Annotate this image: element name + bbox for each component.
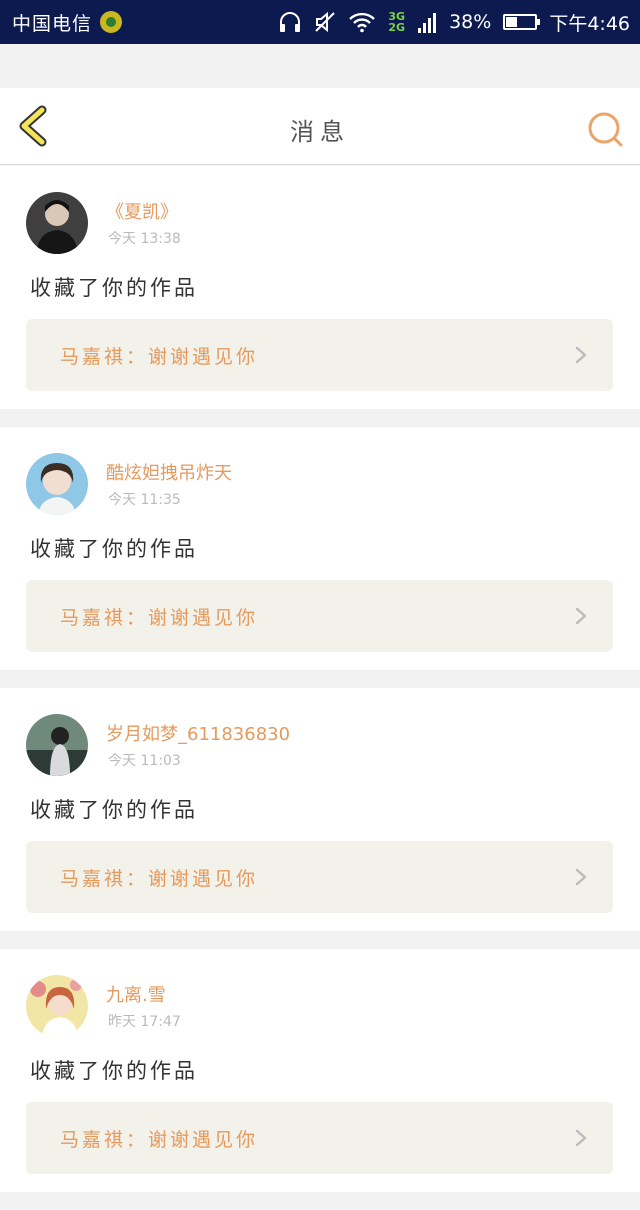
message-card: 《夏凯》 今天 13:38 收藏了你的作品 马嘉祺：谢谢遇见你 (0, 166, 640, 409)
carrier-logo-icon (100, 11, 123, 33)
work-link[interactable]: 马嘉祺：谢谢遇见你 (26, 319, 613, 391)
message-list: 《夏凯》 今天 13:38 收藏了你的作品 马嘉祺：谢谢遇见你 酷炫妲拽吊炸天 … (0, 166, 640, 1210)
avatar[interactable] (26, 453, 88, 515)
work-link-text: 马嘉祺：谢谢遇见你 (60, 868, 259, 890)
message-time: 今天 11:03 (108, 753, 181, 769)
page-title: 消息 (290, 118, 350, 146)
status-bar: 中国电信 3G 2G 38% 下午4:46 (0, 0, 640, 44)
signal-icon (418, 13, 437, 33)
avatar[interactable] (26, 192, 88, 254)
message-card: 酷炫妲拽吊炸天 今天 11:35 收藏了你的作品 马嘉祺：谢谢遇见你 (0, 427, 640, 670)
chevron-right-icon (575, 607, 587, 625)
message-time: 昨天 17:47 (108, 1014, 181, 1030)
carrier-name: 中国电信 (12, 12, 93, 35)
user-name[interactable]: 九离.雪 (106, 981, 166, 1007)
message-time: 今天 11:35 (108, 492, 181, 508)
user-name[interactable]: 岁月如梦_611836830 (106, 720, 290, 746)
headphones-icon (280, 12, 301, 32)
user-name[interactable]: 《夏凯》 (106, 198, 178, 224)
message-card: 岁月如梦_611836830 今天 11:03 收藏了你的作品 马嘉祺：谢谢遇见… (0, 688, 640, 931)
status-time: 下午4:46 (549, 12, 630, 35)
message-action: 收藏了你的作品 (30, 798, 198, 822)
search-icon[interactable] (586, 110, 626, 150)
message-action: 收藏了你的作品 (30, 1059, 198, 1083)
network-type: 3G 2G (388, 10, 406, 34)
work-link-text: 马嘉祺：谢谢遇见你 (60, 1129, 259, 1151)
battery-percent: 38% (449, 11, 492, 33)
work-link[interactable]: 马嘉祺：谢谢遇见你 (26, 841, 613, 913)
user-name[interactable]: 酷炫妲拽吊炸天 (106, 459, 232, 485)
message-card: 九离.雪 昨天 17:47 收藏了你的作品 马嘉祺：谢谢遇见你 (0, 949, 640, 1192)
chevron-right-icon (575, 1129, 587, 1147)
avatar[interactable] (26, 714, 88, 776)
work-link-text: 马嘉祺：谢谢遇见你 (60, 346, 259, 368)
avatar[interactable] (26, 975, 88, 1037)
chevron-right-icon (575, 868, 587, 886)
message-action: 收藏了你的作品 (30, 276, 198, 300)
work-link[interactable]: 马嘉祺：谢谢遇见你 (26, 580, 613, 652)
message-time: 今天 13:38 (108, 231, 181, 247)
battery-icon (503, 14, 541, 30)
page-header: 消息 (0, 88, 640, 165)
mute-icon (315, 11, 336, 33)
message-action: 收藏了你的作品 (30, 537, 198, 561)
chevron-right-icon (575, 346, 587, 364)
wifi-icon (349, 12, 376, 33)
work-link[interactable]: 马嘉祺：谢谢遇见你 (26, 1102, 613, 1174)
work-link-text: 马嘉祺：谢谢遇见你 (60, 607, 259, 629)
